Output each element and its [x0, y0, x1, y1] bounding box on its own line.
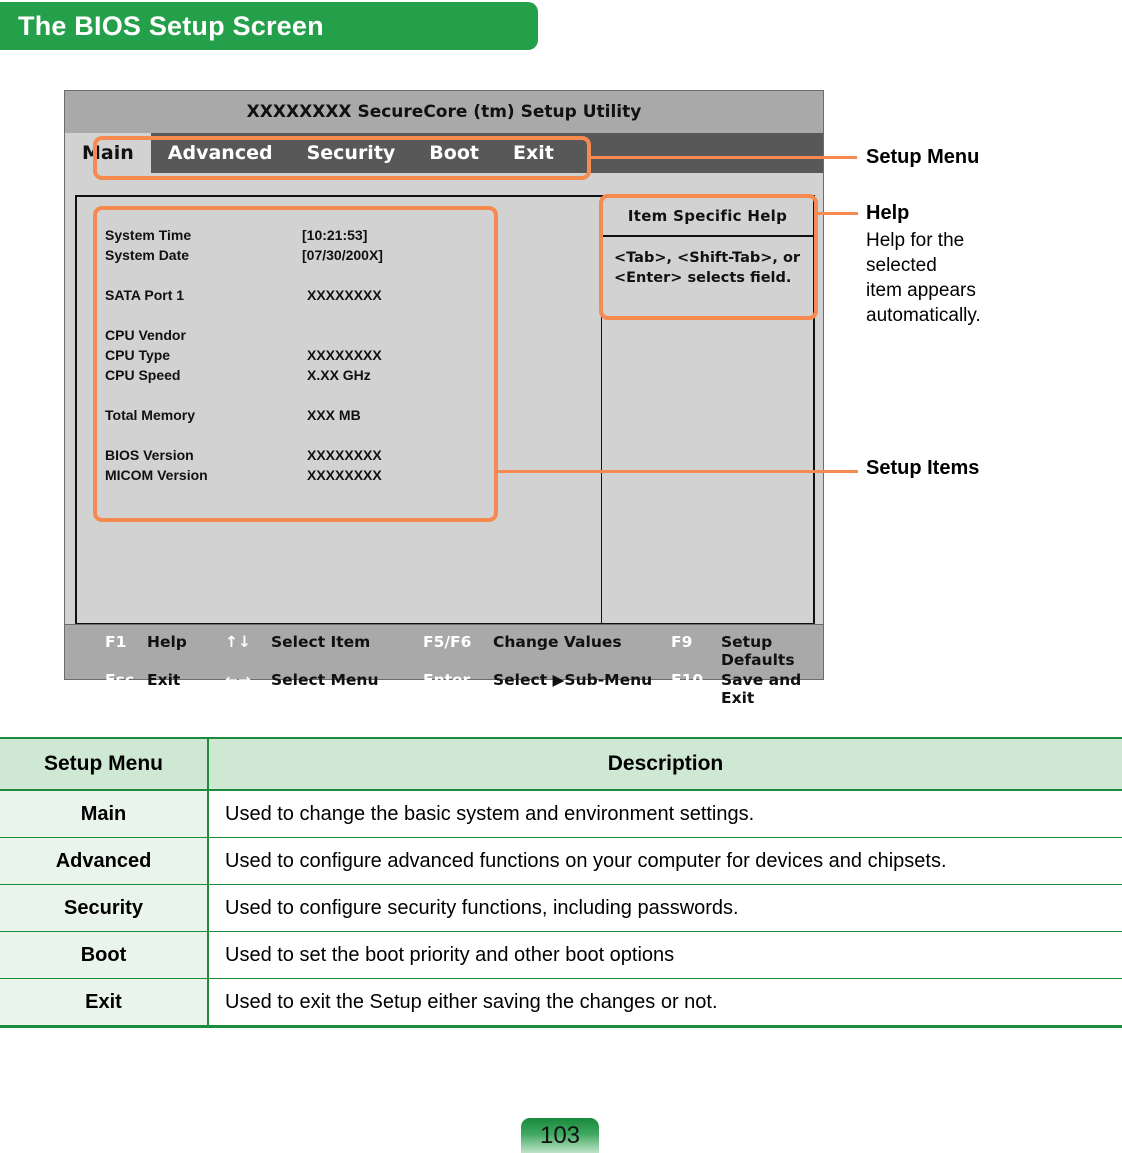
item-specific-help-pane: Item Specific Help <Tab>, <Shift-Tab>, o… [601, 197, 813, 623]
bios-tab-security[interactable]: Security [290, 133, 413, 173]
page-number: 103 [539, 1121, 581, 1149]
cell-menu-description: Used to exit the Setup either saving the… [208, 978, 1122, 1028]
setup-item-label: CPU Vendor [105, 327, 186, 343]
annotation-setup-items: Setup Items [866, 457, 979, 480]
setup-item-value[interactable]: X.XX GHz [302, 367, 371, 383]
bios-tab-exit[interactable]: Exit [496, 133, 571, 173]
annotation-setup-menu-title: Setup Menu [866, 146, 980, 168]
cell-menu-description: Used to configure security functions, in… [208, 884, 1122, 932]
help-text-line-2: <Enter> selects field. [614, 269, 792, 286]
setup-item-spacer [105, 265, 383, 285]
table-row: Exit Used to exit the Setup either savin… [0, 978, 1122, 1028]
help-pane-header: Item Specific Help [602, 197, 813, 237]
setup-item-row[interactable]: MICOM Version XXXXXXXX [105, 465, 383, 485]
page-title: The BIOS Setup Screen [18, 10, 324, 41]
table-header-row: Setup Menu Description [0, 737, 1122, 791]
setup-item-value[interactable]: XXXXXXXX [302, 347, 382, 363]
fkey-leftright-desc: Select Menu [271, 671, 379, 689]
fkey-esc: Esc [105, 671, 135, 689]
help-pane-title: Item Specific Help [627, 207, 788, 225]
setup-item-label: System Time [105, 227, 192, 243]
fkey-esc-desc: Exit [147, 671, 181, 689]
column-header-description: Description [208, 737, 1122, 791]
bios-title-bar: XXXXXXXX SecureCore (tm) Setup Utility [65, 91, 823, 133]
fkey-f9-desc: Setup Defaults [721, 633, 795, 669]
table-row: Boot Used to set the boot priority and o… [0, 931, 1122, 979]
bios-menu-bar[interactable]: Main Advanced Security Boot Exit [65, 133, 823, 173]
setup-item-label: BIOS Version [105, 447, 194, 463]
cell-menu-description: Used to configure advanced functions on … [208, 837, 1122, 885]
setup-item-spacer [105, 425, 383, 445]
fkey-enter-desc: Select ▶Sub-Menu [493, 671, 653, 689]
setup-item-label: System Date [105, 247, 190, 263]
fkey-enter: Enter [423, 671, 471, 689]
setup-item-label: CPU Type [105, 347, 171, 363]
setup-item-label: SATA Port 1 [105, 287, 185, 303]
menu-bar-filler [571, 133, 823, 173]
setup-item-value[interactable]: XXXXXXXX [302, 447, 382, 463]
fkey-f1-desc: Help [147, 633, 187, 651]
cell-menu-name: Advanced [0, 837, 209, 885]
bios-tab-main[interactable]: Main [65, 133, 151, 173]
setup-item-value[interactable]: XXXXXXXX [302, 467, 382, 483]
setup-item-value[interactable]: XXXXXXXX [302, 287, 382, 303]
cell-menu-name: Main [0, 789, 209, 838]
page-number-badge: 103 [521, 1118, 599, 1153]
cell-menu-description: Used to set the boot priority and other … [208, 931, 1122, 979]
fkey-updown: ↑↓ [225, 633, 251, 651]
table-row: Security Used to configure security func… [0, 884, 1122, 932]
setup-item-label: MICOM Version [105, 467, 208, 483]
bios-utility-title: XXXXXXXX SecureCore (tm) Setup Utility [246, 102, 642, 122]
annotation-setup-menu: Setup Menu [866, 146, 979, 169]
bios-function-key-bar: F1 Help ↑↓ Select Item F5/F6 Change Valu… [65, 624, 823, 707]
setup-item-value[interactable]: XXX MB [302, 407, 361, 423]
fkey-leftright: ←→ [225, 671, 251, 689]
bios-items-pane: System Time [10:21:53] System Date [07/3… [77, 197, 601, 623]
page-heading-banner: The BIOS Setup Screen [0, 2, 538, 50]
setup-item-value[interactable]: [10:21:53] [302, 227, 367, 243]
setup-item-row[interactable]: Total Memory XXX MB [105, 405, 383, 425]
annotation-help-title: Help [866, 202, 910, 224]
setup-item-label: Total Memory [105, 407, 195, 423]
annotation-setup-items-title: Setup Items [866, 457, 980, 479]
help-pane-body: <Tab>, <Shift-Tab>, or <Enter> selects f… [602, 237, 813, 288]
fkey-updown-desc: Select Item [271, 633, 371, 651]
bios-tab-advanced[interactable]: Advanced [151, 133, 290, 173]
fkey-f10: F10 [671, 671, 704, 689]
fkey-f10-desc: Save and Exit [721, 671, 802, 707]
annotation-help: Help Help for the selected item appears … [866, 202, 981, 328]
setup-item-row[interactable]: System Time [10:21:53] [105, 225, 383, 245]
table-row: Main Used to change the basic system and… [0, 789, 1122, 838]
cell-menu-description: Used to change the basic system and envi… [208, 789, 1122, 838]
fkey-f5f6-desc: Change Values [493, 633, 622, 651]
setup-item-value[interactable]: [07/30/200X] [302, 247, 383, 263]
setup-item-label: CPU Speed [105, 367, 181, 383]
table-row: Advanced Used to configure advanced func… [0, 837, 1122, 885]
fkey-f9: F9 [671, 633, 693, 651]
setup-menu-description-table: Setup Menu Description Main Used to chan… [0, 737, 1122, 1028]
setup-item-spacer [105, 385, 383, 405]
help-text-line-1: <Tab>, <Shift-Tab>, or [614, 250, 801, 266]
setup-item-row[interactable]: BIOS Version XXXXXXXX [105, 445, 383, 465]
bios-tab-boot[interactable]: Boot [412, 133, 496, 173]
fkey-f5f6: F5/F6 [423, 633, 472, 651]
setup-item-spacer [105, 305, 383, 325]
cell-menu-name: Security [0, 884, 209, 932]
setup-item-row[interactable]: CPU Vendor [105, 325, 383, 345]
setup-item-row[interactable]: CPU Type XXXXXXXX [105, 345, 383, 365]
annotation-help-desc: Help for the selected item appears autom… [866, 230, 981, 327]
setup-items-list[interactable]: System Time [10:21:53] System Date [07/3… [105, 225, 383, 485]
bios-content-area: System Time [10:21:53] System Date [07/3… [75, 195, 815, 625]
cell-menu-name: Boot [0, 931, 209, 979]
setup-item-row[interactable]: SATA Port 1 XXXXXXXX [105, 285, 383, 305]
setup-item-row[interactable]: CPU Speed X.XX GHz [105, 365, 383, 385]
bios-setup-screen: XXXXXXXX SecureCore (tm) Setup Utility M… [64, 90, 824, 707]
cell-menu-name: Exit [0, 978, 209, 1028]
column-header-setup-menu: Setup Menu [0, 737, 209, 791]
fkey-f1: F1 [105, 633, 127, 651]
setup-item-row[interactable]: System Date [07/30/200X] [105, 245, 383, 265]
